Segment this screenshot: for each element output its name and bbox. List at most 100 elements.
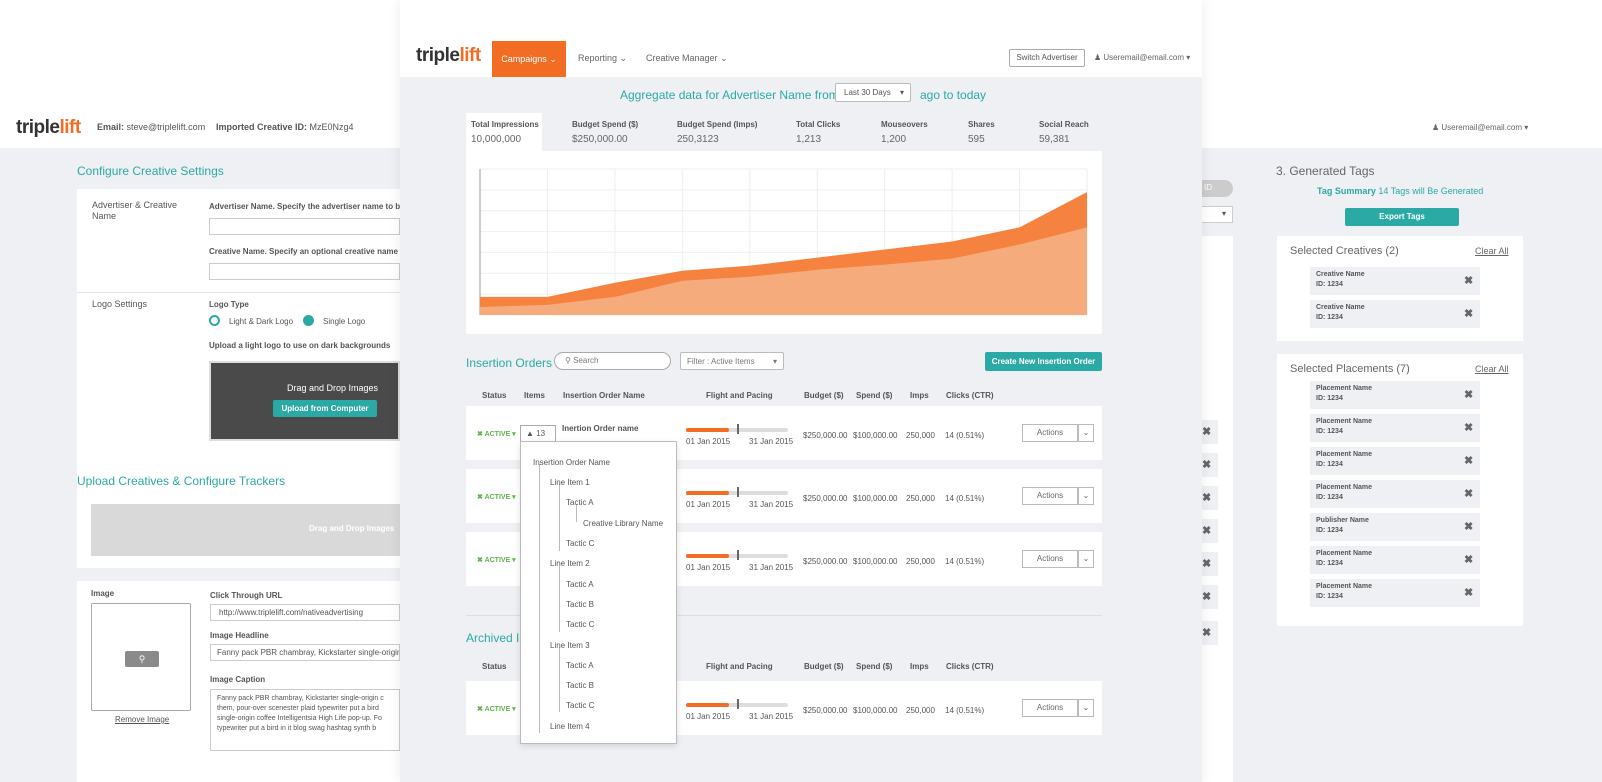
date-range-select[interactable]: Last 30 Days ▾ xyxy=(835,83,911,102)
status-badge[interactable]: ✖ ACTIVE ▾ xyxy=(477,493,516,501)
remove-icon[interactable]: ✖ xyxy=(1464,454,1473,467)
remove-icon[interactable]: ✖ xyxy=(1464,388,1473,401)
nav-reporting[interactable]: Reporting ⌄ xyxy=(578,53,627,64)
export-tags-button[interactable]: Export Tags xyxy=(1345,208,1459,226)
tree-tactic[interactable]: Tactic A xyxy=(566,580,594,589)
pacing-bar-fill xyxy=(686,491,729,495)
user-menu[interactable]: ♟ Useremail@email.com ▾ xyxy=(1094,53,1190,62)
pacing-bar-fill xyxy=(686,554,729,558)
user-menu-right[interactable]: ♟ Useremail@email.com ▾ xyxy=(1432,123,1528,132)
remove-image-link[interactable]: Remove Image xyxy=(115,715,169,724)
tree-tactic[interactable]: Tactic A xyxy=(566,498,594,507)
remove-icon[interactable]: ✖ xyxy=(1464,553,1473,566)
actions-dropdown-toggle[interactable]: ⌄ xyxy=(1078,699,1094,717)
remove-icon[interactable]: ✖ xyxy=(1464,586,1473,599)
click-through-input[interactable]: http://www.triplelift.com/nativeadvertis… xyxy=(210,604,400,621)
tree-line-item-1[interactable]: Line Item 1 xyxy=(550,478,590,487)
stat-shares[interactable]: Shares 595 xyxy=(968,120,995,145)
col-spend[interactable]: Spend ($) xyxy=(856,391,892,400)
tree-tactic[interactable]: Tactic B xyxy=(566,600,594,609)
tree-tactic[interactable]: Tactic A xyxy=(566,661,594,670)
col-imps[interactable]: Imps xyxy=(910,391,929,400)
radio-single-logo[interactable] xyxy=(303,315,314,326)
col-clicks-archived[interactable]: Clicks (CTR) xyxy=(946,662,994,671)
col-status-archived[interactable]: Status xyxy=(482,662,506,671)
col-clicks[interactable]: Clicks (CTR) xyxy=(946,391,994,400)
status-badge[interactable]: ✖ ACTIVE ▾ xyxy=(477,430,516,438)
remove-icon[interactable]: ✖ xyxy=(1464,307,1473,320)
search-input[interactable]: ⚲ Search xyxy=(554,352,671,370)
create-insertion-order-button[interactable]: Create New Insertion Order xyxy=(985,352,1102,371)
actions-button[interactable]: Actions xyxy=(1022,424,1078,442)
image-card: Image ⚲ Remove Image Click Through URL h… xyxy=(77,581,400,782)
col-flight[interactable]: Flight and Pacing xyxy=(706,391,773,400)
tree-creative-library[interactable]: Creative Library Name xyxy=(583,519,663,528)
creative-name-input[interactable] xyxy=(209,263,400,280)
headline-input[interactable]: Fanny pack PBR chambray, Kickstarter sin… xyxy=(210,644,400,661)
actions-dropdown-toggle[interactable]: ⌄ xyxy=(1078,424,1094,442)
remove-icon[interactable]: ✖ xyxy=(1202,626,1211,639)
tree-tactic[interactable]: Tactic C xyxy=(566,701,594,710)
clicks-cell: 14 (0.51%) xyxy=(945,431,985,440)
image-preview[interactable]: ⚲ xyxy=(91,603,191,711)
remove-icon[interactable]: ✖ xyxy=(1464,487,1473,500)
filter-select[interactable]: Filter : Active Items ▾ xyxy=(680,352,784,370)
remove-icon[interactable]: ✖ xyxy=(1202,524,1211,537)
col-flight-archived[interactable]: Flight and Pacing xyxy=(706,662,773,671)
caption-label: Image Caption xyxy=(210,675,266,684)
remove-icon[interactable]: ✖ xyxy=(1202,425,1211,438)
remove-icon[interactable]: ✖ xyxy=(1464,274,1473,287)
col-imps-archived[interactable]: Imps xyxy=(910,662,929,671)
upload-from-computer-button[interactable]: Upload from Computer xyxy=(273,400,377,417)
actions-button[interactable]: Actions xyxy=(1022,550,1078,568)
budget-cell: $250,000.00 xyxy=(803,557,848,566)
stat-budget-imps[interactable]: Budget Spend (Imps) 250,3123 xyxy=(677,120,757,145)
switch-advertiser-button[interactable]: Switch Advertiser xyxy=(1009,49,1085,67)
col-spend-archived[interactable]: Spend ($) xyxy=(856,662,892,671)
col-budget[interactable]: Budget ($) xyxy=(804,391,844,400)
imps-cell: 250,000 xyxy=(906,494,935,503)
col-items[interactable]: Items xyxy=(524,391,545,400)
status-badge[interactable]: ✖ ACTIVE ▾ xyxy=(477,556,516,564)
clear-all-placements[interactable]: Clear All xyxy=(1475,364,1509,374)
radio-light-dark[interactable] xyxy=(209,315,220,326)
stat-mouseovers[interactable]: Mouseovers 1,200 xyxy=(881,120,928,145)
actions-button[interactable]: Actions xyxy=(1022,487,1078,505)
actions-dropdown-toggle[interactable]: ⌄ xyxy=(1078,487,1094,505)
remove-icon[interactable]: ✖ xyxy=(1464,520,1473,533)
tree-line-item-3[interactable]: Line Item 3 xyxy=(550,641,590,650)
remove-icon[interactable]: ✖ xyxy=(1202,458,1211,471)
flight-start: 01 Jan 2015 xyxy=(686,563,731,572)
budget-cell: $250,000.00 xyxy=(803,431,848,440)
stat-social-reach[interactable]: Social Reach 59,381 xyxy=(1039,120,1089,145)
col-io-name[interactable]: Insertion Order Name xyxy=(563,391,645,400)
col-budget-archived[interactable]: Budget ($) xyxy=(804,662,844,671)
actions-dropdown-toggle[interactable]: ⌄ xyxy=(1078,550,1094,568)
actions-button[interactable]: Actions xyxy=(1022,699,1078,717)
nav-campaigns[interactable]: Campaigns ⌄ xyxy=(492,41,566,77)
creative-dropzone[interactable]: Drag and Drop Images xyxy=(91,504,400,556)
tree-root[interactable]: Insertion Order Name xyxy=(533,458,610,467)
caption-textarea[interactable]: Fanny pack PBR chambray, Kickstarter sin… xyxy=(210,689,400,751)
stat-budget-spend[interactable]: Budget Spend ($) $250,000.00 xyxy=(572,120,638,145)
tree-line-item-4[interactable]: Line Item 4 xyxy=(550,722,590,731)
logo-dropzone[interactable]: Drag and Drop Images Upload from Compute… xyxy=(209,361,400,441)
remove-icon[interactable]: ✖ xyxy=(1464,421,1473,434)
io-name[interactable]: Inertion Order name xyxy=(562,424,638,433)
status-badge[interactable]: ✖ ACTIVE ▾ xyxy=(477,705,516,713)
tree-tactic[interactable]: Tactic C xyxy=(566,620,594,629)
remove-icon[interactable]: ✖ xyxy=(1202,590,1211,603)
remove-icon[interactable]: ✖ xyxy=(1202,491,1211,504)
flight-end: 31 Jan 2015 xyxy=(749,563,794,572)
clear-all-creatives[interactable]: Clear All xyxy=(1475,246,1509,256)
col-status[interactable]: Status xyxy=(482,391,506,400)
advertiser-name-input[interactable] xyxy=(209,218,400,235)
tree-tactic[interactable]: Tactic B xyxy=(566,681,594,690)
tree-line-item-2[interactable]: Line Item 2 xyxy=(550,559,590,568)
stat-total-impressions[interactable]: Total Impressions 10,000,000 xyxy=(471,120,539,145)
search-icon[interactable]: ⚲ xyxy=(125,651,159,667)
tree-tactic[interactable]: Tactic C xyxy=(566,539,594,548)
stat-total-clicks[interactable]: Total Clicks 1,213 xyxy=(796,120,840,145)
remove-icon[interactable]: ✖ xyxy=(1202,557,1211,570)
nav-creative-manager[interactable]: Creative Manager ⌄ xyxy=(646,53,728,64)
